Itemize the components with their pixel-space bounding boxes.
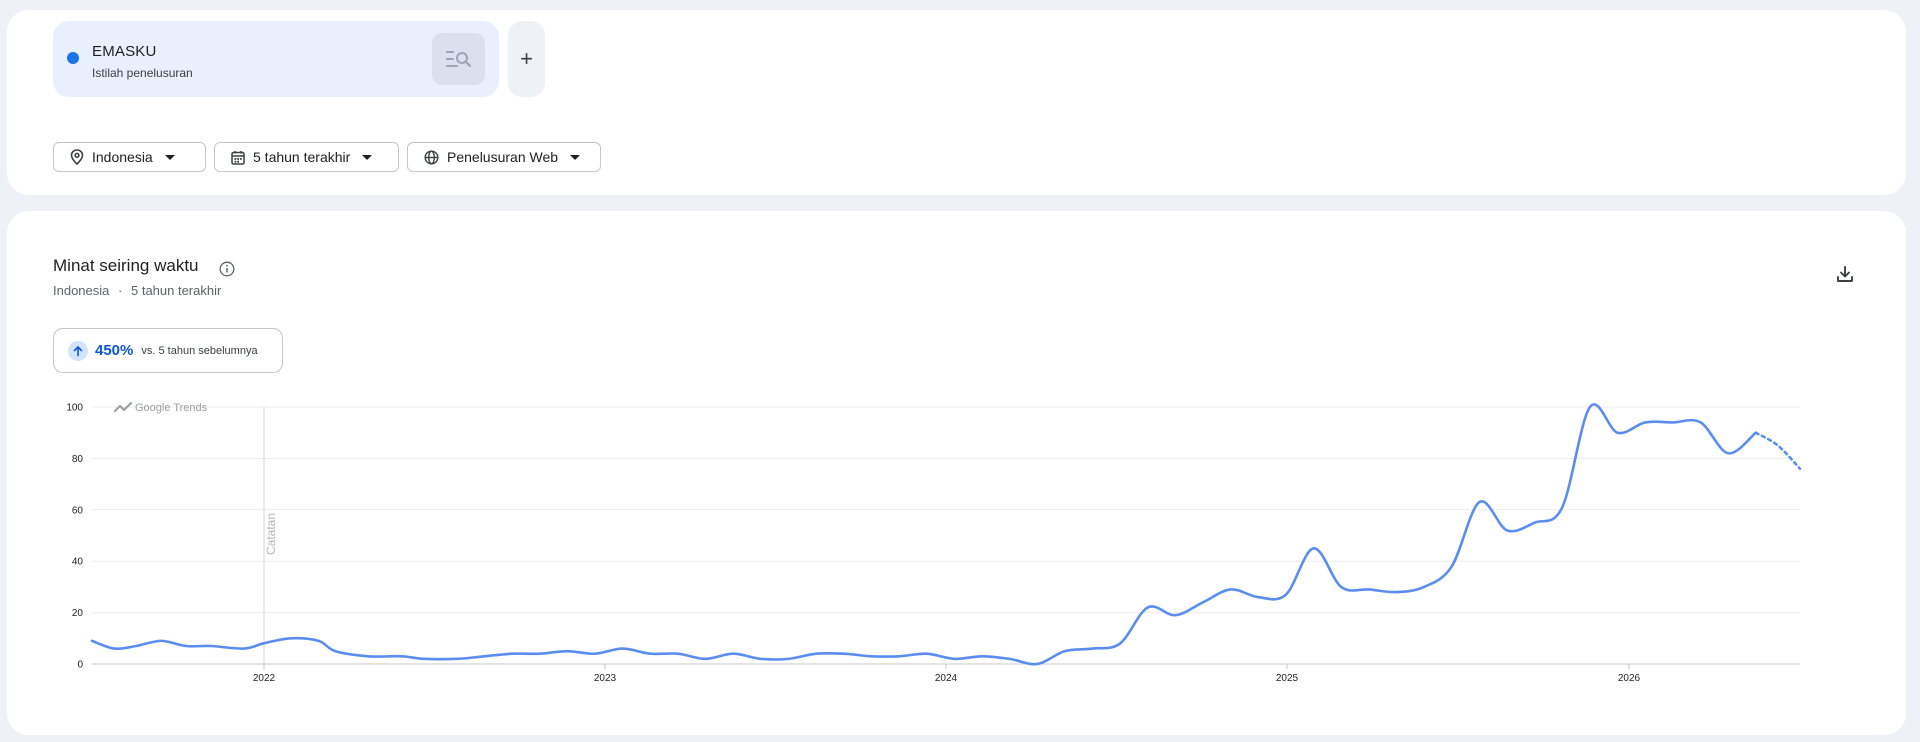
- search-term-chip[interactable]: EMASKU Istilah penelusuran: [53, 21, 499, 97]
- y-tick-label: 40: [72, 557, 84, 568]
- chevron-down-icon: [362, 154, 373, 160]
- chevron-down-icon: [164, 154, 175, 160]
- chevron-down-icon: [570, 154, 581, 160]
- region-filter-label: Indonesia: [92, 149, 153, 165]
- search-term-name: EMASKU: [92, 43, 157, 60]
- x-tick-label: 2026: [1618, 673, 1641, 684]
- x-tick-label: 2022: [253, 673, 276, 684]
- x-tick-label: 2025: [1276, 673, 1299, 684]
- series-partial-line[interactable]: [1754, 431, 1802, 470]
- source-filter-label: Penelusuran Web: [447, 149, 559, 165]
- y-tick-label: 60: [72, 505, 84, 516]
- x-axis-ticks: 2022 2023 2024 2025 2026: [253, 664, 1641, 684]
- region-filter[interactable]: Indonesia: [53, 142, 206, 172]
- interest-over-time-card: Minat seiring waktu Indonesia · 5 tahun …: [7, 211, 1906, 735]
- chart-gridlines: [92, 406, 1800, 665]
- google-trends-watermark: Google Trends: [113, 401, 208, 414]
- y-tick-label: 100: [66, 403, 83, 414]
- plus-icon: +: [520, 46, 533, 71]
- search-card: EMASKU Istilah penelusuran + Indonesia 5…: [7, 10, 1906, 195]
- location-pin-icon: [70, 149, 84, 165]
- term-color-dot: [67, 52, 79, 64]
- y-tick-label: 20: [72, 608, 84, 619]
- search-list-icon: [445, 51, 471, 67]
- y-tick-label: 80: [72, 454, 84, 465]
- search-term-type: Istilah penelusuran: [92, 66, 193, 80]
- interest-line-chart: 0 20 40 60 80 100 2022 2023 2024 2025 2026 Google…: [66, 401, 1802, 684]
- search-term-options-button[interactable]: [432, 33, 485, 85]
- y-axis-ticks: 0 20 40 60 80 100: [66, 403, 83, 671]
- annotation-label[interactable]: Catatan: [264, 513, 278, 555]
- add-comparison-button[interactable]: +: [508, 21, 545, 97]
- period-filter-label: 5 tahun terakhir: [253, 149, 351, 165]
- globe-icon: [424, 149, 439, 165]
- watermark-text: Google Trends: [135, 402, 208, 414]
- period-filter[interactable]: 5 tahun terakhir: [214, 142, 399, 172]
- chart-annotation: Catatan: [263, 407, 278, 664]
- x-tick-label: 2024: [935, 673, 958, 684]
- chart-series: [90, 403, 1802, 666]
- calendar-icon: [231, 150, 245, 165]
- y-tick-label: 0: [77, 660, 83, 671]
- series-line[interactable]: [90, 403, 1758, 666]
- source-filter[interactable]: Penelusuran Web: [407, 142, 601, 172]
- x-tick-label: 2023: [594, 673, 617, 684]
